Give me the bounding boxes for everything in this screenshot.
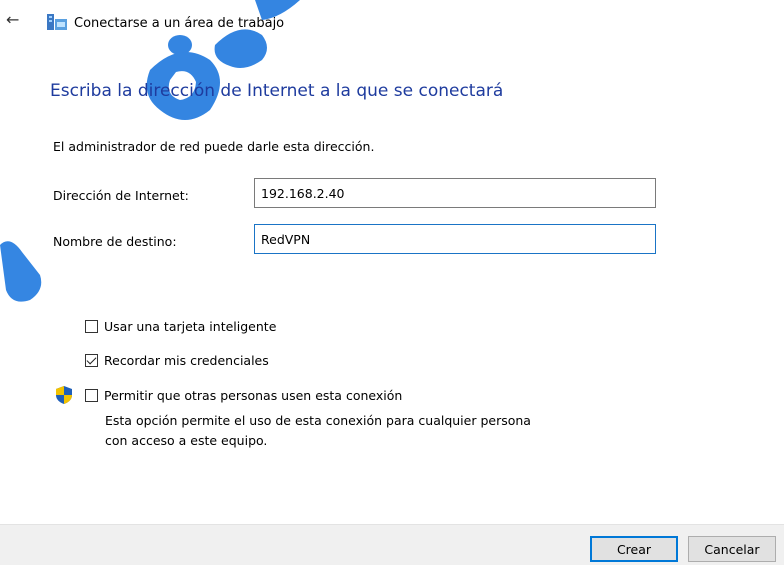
uac-shield-icon [56,386,72,404]
share-connection-checkbox[interactable] [85,389,98,402]
remember-credentials-checkbox[interactable] [85,354,98,367]
share-connection-option[interactable]: Permitir que otras personas usen esta co… [85,388,402,403]
page-heading: Escriba la dirección de Internet a la qu… [50,81,504,101]
remember-credentials-label: Recordar mis credenciales [104,353,269,368]
create-button[interactable]: Crear [590,536,678,562]
share-connection-description: Esta opción permite el uso de esta conex… [105,413,531,448]
internet-address-input[interactable] [254,178,656,208]
smartcard-option[interactable]: Usar una tarjeta inteligente [85,319,276,334]
remember-credentials-option[interactable]: Recordar mis credenciales [85,353,269,368]
info-text: El administrador de red puede darle esta… [53,139,375,154]
share-connection-label: Permitir que otras personas usen esta co… [104,388,403,403]
destination-name-label: Nombre de destino: [53,234,177,249]
network-workplace-icon [47,14,67,30]
smartcard-label: Usar una tarjeta inteligente [104,319,277,334]
window-title: Conectarse a un área de trabajo [74,16,285,31]
cancel-button[interactable]: Cancelar [688,536,776,562]
back-arrow-icon[interactable]: ← [6,12,19,28]
smartcard-checkbox[interactable] [85,320,98,333]
internet-address-label: Dirección de Internet: [53,188,189,203]
destination-name-input[interactable] [254,224,656,254]
